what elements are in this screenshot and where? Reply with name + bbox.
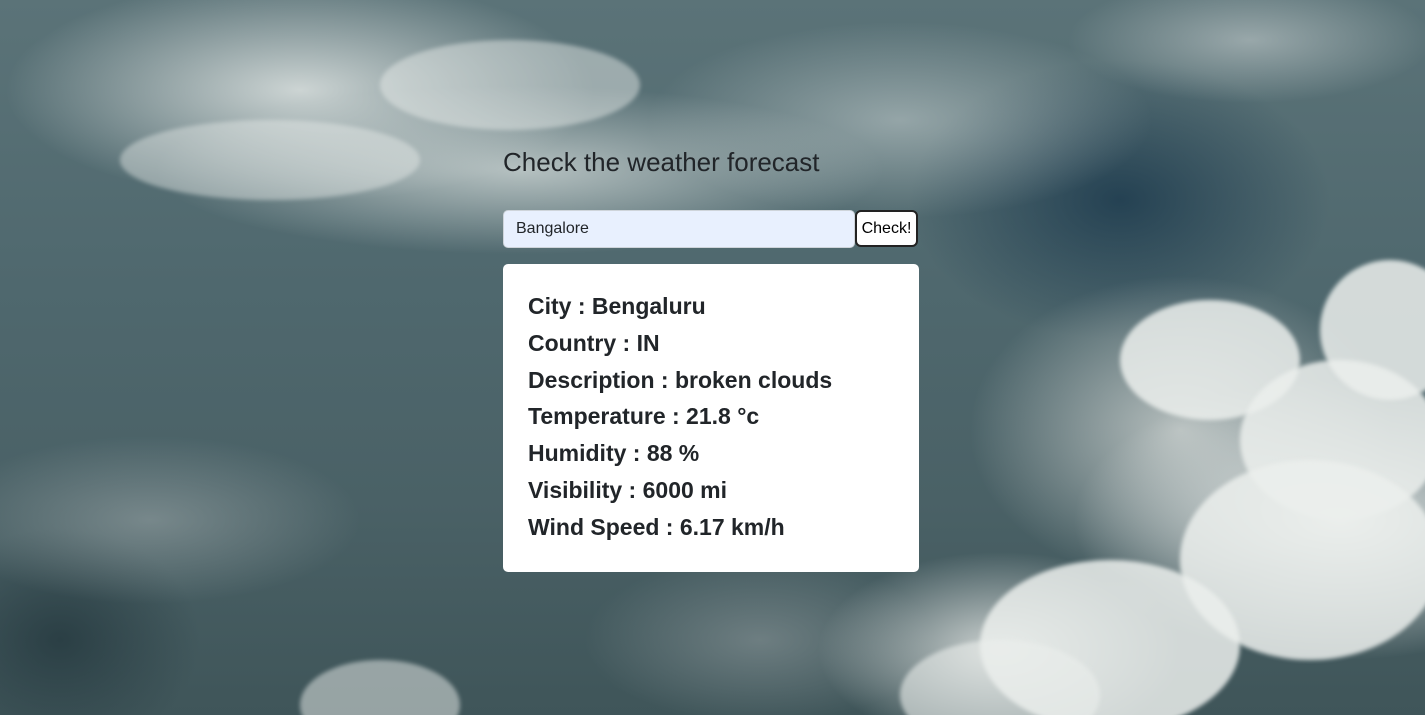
cloud-shape <box>380 40 640 130</box>
cloud-shape <box>300 660 460 715</box>
weather-app: Check the weather forecast Check! City :… <box>503 140 919 572</box>
city-row: City : Bengaluru <box>528 293 706 319</box>
page-title: Check the weather forecast <box>503 147 820 177</box>
city-search-input[interactable] <box>503 210 855 248</box>
wind-speed-row: Wind Speed : 6.17 km/h <box>528 513 785 540</box>
cloud-shape <box>120 120 420 200</box>
description-row: Description : broken clouds <box>528 366 833 393</box>
search-form: Check! <box>503 210 919 248</box>
check-button[interactable]: Check! <box>855 210 918 247</box>
visibility-row: Visibility : 6000 mi <box>528 476 728 503</box>
country-row: Country : IN <box>528 329 660 356</box>
humidity-row: Humidity : 88 % <box>528 440 700 467</box>
temperature-row: Temperature : 21.8 °c <box>528 403 760 430</box>
weather-result-card: City : Bengaluru Country : IN Descriptio… <box>503 264 919 572</box>
